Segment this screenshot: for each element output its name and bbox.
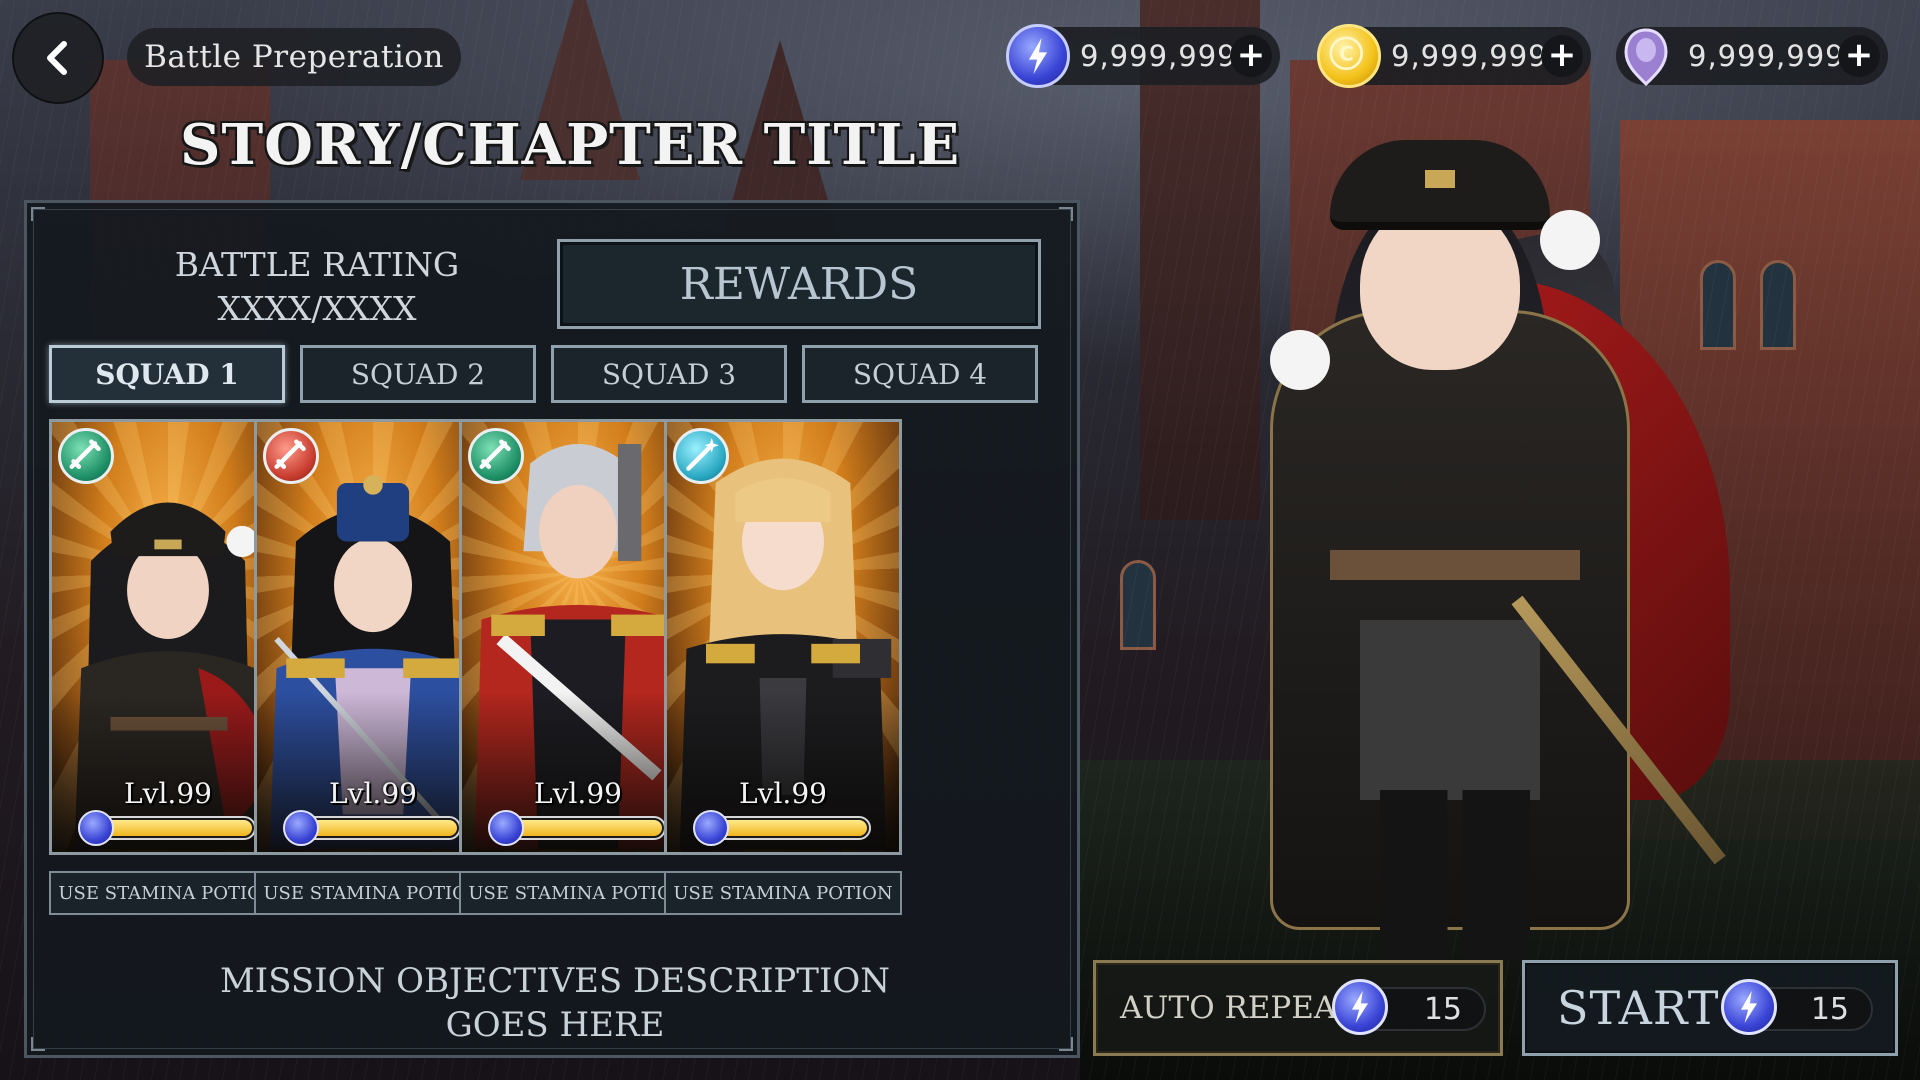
hero-glove xyxy=(1270,330,1330,390)
start-label: START xyxy=(1557,981,1720,1035)
battle-prep-panel: BATTLE RATING XXXX/XXXX REWARDS SQUAD 1 … xyxy=(24,200,1080,1058)
character-level: Lvl.99 xyxy=(534,777,622,810)
currency-gem: 9,999,999 + xyxy=(1614,24,1888,88)
currency-value: 9,999,999 xyxy=(1688,39,1845,73)
use-stamina-potion-button[interactable]: USE STAMINA POTION xyxy=(49,871,287,915)
sword-role-icon xyxy=(263,428,319,484)
stamina-fill xyxy=(90,820,252,836)
sword-role-icon xyxy=(58,428,114,484)
panel-corner xyxy=(31,207,45,221)
character-card[interactable]: Lvl.99 xyxy=(664,419,902,855)
currency-energy: 9,999,999 + xyxy=(1006,24,1280,88)
mission-description-line: MISSION OBJECTIVES DESCRIPTION xyxy=(219,961,891,1001)
wand-role-icon xyxy=(673,428,729,484)
energy-icon xyxy=(693,810,729,846)
add-energy-button[interactable]: + xyxy=(1230,35,1272,77)
sword-role-icon xyxy=(468,428,524,484)
character-level: Lvl.99 xyxy=(739,777,827,810)
character-card[interactable]: Lvl.99 xyxy=(459,419,697,855)
energy-icon xyxy=(1332,979,1388,1035)
hero-character-art xyxy=(1180,100,1800,960)
stamina-bar xyxy=(78,810,256,846)
tab-squad-1[interactable]: SQUAD 1 xyxy=(49,345,285,403)
battle-rating-label: BATTLE RATING xyxy=(174,245,460,284)
back-button[interactable] xyxy=(12,12,104,104)
tab-squad-2[interactable]: SQUAD 2 xyxy=(300,345,536,403)
mission-description: MISSION OBJECTIVES DESCRIPTION GOES HERE xyxy=(27,959,1083,1047)
auto-repeat-button[interactable]: AUTO REPEAT 15 xyxy=(1093,960,1503,1056)
stamina-fill xyxy=(500,820,662,836)
energy-icon xyxy=(283,810,319,846)
gold-coin-icon: C xyxy=(1317,24,1381,88)
panel-corner xyxy=(1059,207,1073,221)
start-cost: 15 xyxy=(1810,992,1849,1027)
energy-icon xyxy=(488,810,524,846)
hero-glove xyxy=(1540,210,1600,270)
stamina-fill xyxy=(705,820,867,836)
use-stamina-potion-button[interactable]: USE STAMINA POTION xyxy=(459,871,697,915)
battle-rating: BATTLE RATING XXXX/XXXX xyxy=(97,243,537,331)
stamina-bar xyxy=(488,810,666,846)
currency-value: 9,999,999 xyxy=(1391,39,1548,73)
auto-repeat-label: AUTO REPEAT xyxy=(1120,990,1356,1026)
page-title: Battle Preperation xyxy=(127,28,461,86)
mission-description-line: GOES HERE xyxy=(445,1005,665,1045)
back-arrow-icon xyxy=(47,41,67,75)
hero-cap-emblem xyxy=(1425,170,1455,188)
start-button[interactable]: START 15 xyxy=(1522,960,1898,1056)
character-card[interactable]: Lvl.99 xyxy=(254,419,492,855)
chapter-title: STORY/CHAPTER TITLE xyxy=(180,112,961,178)
hero-belt xyxy=(1330,550,1580,580)
tab-squad-3[interactable]: SQUAD 3 xyxy=(551,345,787,403)
add-gold-button[interactable]: + xyxy=(1541,35,1583,77)
currency-gold: C 9,999,999 + xyxy=(1317,24,1591,88)
stamina-fill xyxy=(295,820,457,836)
stamina-bar xyxy=(693,810,871,846)
battle-rating-value: XXXX/XXXX xyxy=(217,289,417,328)
energy-icon xyxy=(1006,24,1070,88)
currency-value: 9,999,999 xyxy=(1080,39,1237,73)
character-card[interactable]: Lvl.99 xyxy=(49,419,287,855)
hero-legs xyxy=(1380,790,1530,960)
use-stamina-potion-button[interactable]: USE STAMINA POTION xyxy=(254,871,492,915)
character-level: Lvl.99 xyxy=(329,777,417,810)
rewards-button[interactable]: REWARDS xyxy=(557,239,1041,329)
hero-skirt xyxy=(1360,620,1540,800)
use-stamina-potion-button[interactable]: USE STAMINA POTION xyxy=(664,871,902,915)
add-gem-button[interactable]: + xyxy=(1838,35,1880,77)
character-level: Lvl.99 xyxy=(124,777,212,810)
auto-repeat-cost: 15 xyxy=(1423,992,1462,1027)
svg-text:C: C xyxy=(1339,43,1354,66)
gem-icon xyxy=(1614,24,1678,88)
energy-icon xyxy=(1721,979,1777,1035)
energy-icon xyxy=(78,810,114,846)
tab-squad-4[interactable]: SQUAD 4 xyxy=(802,345,1038,403)
stamina-bar xyxy=(283,810,461,846)
